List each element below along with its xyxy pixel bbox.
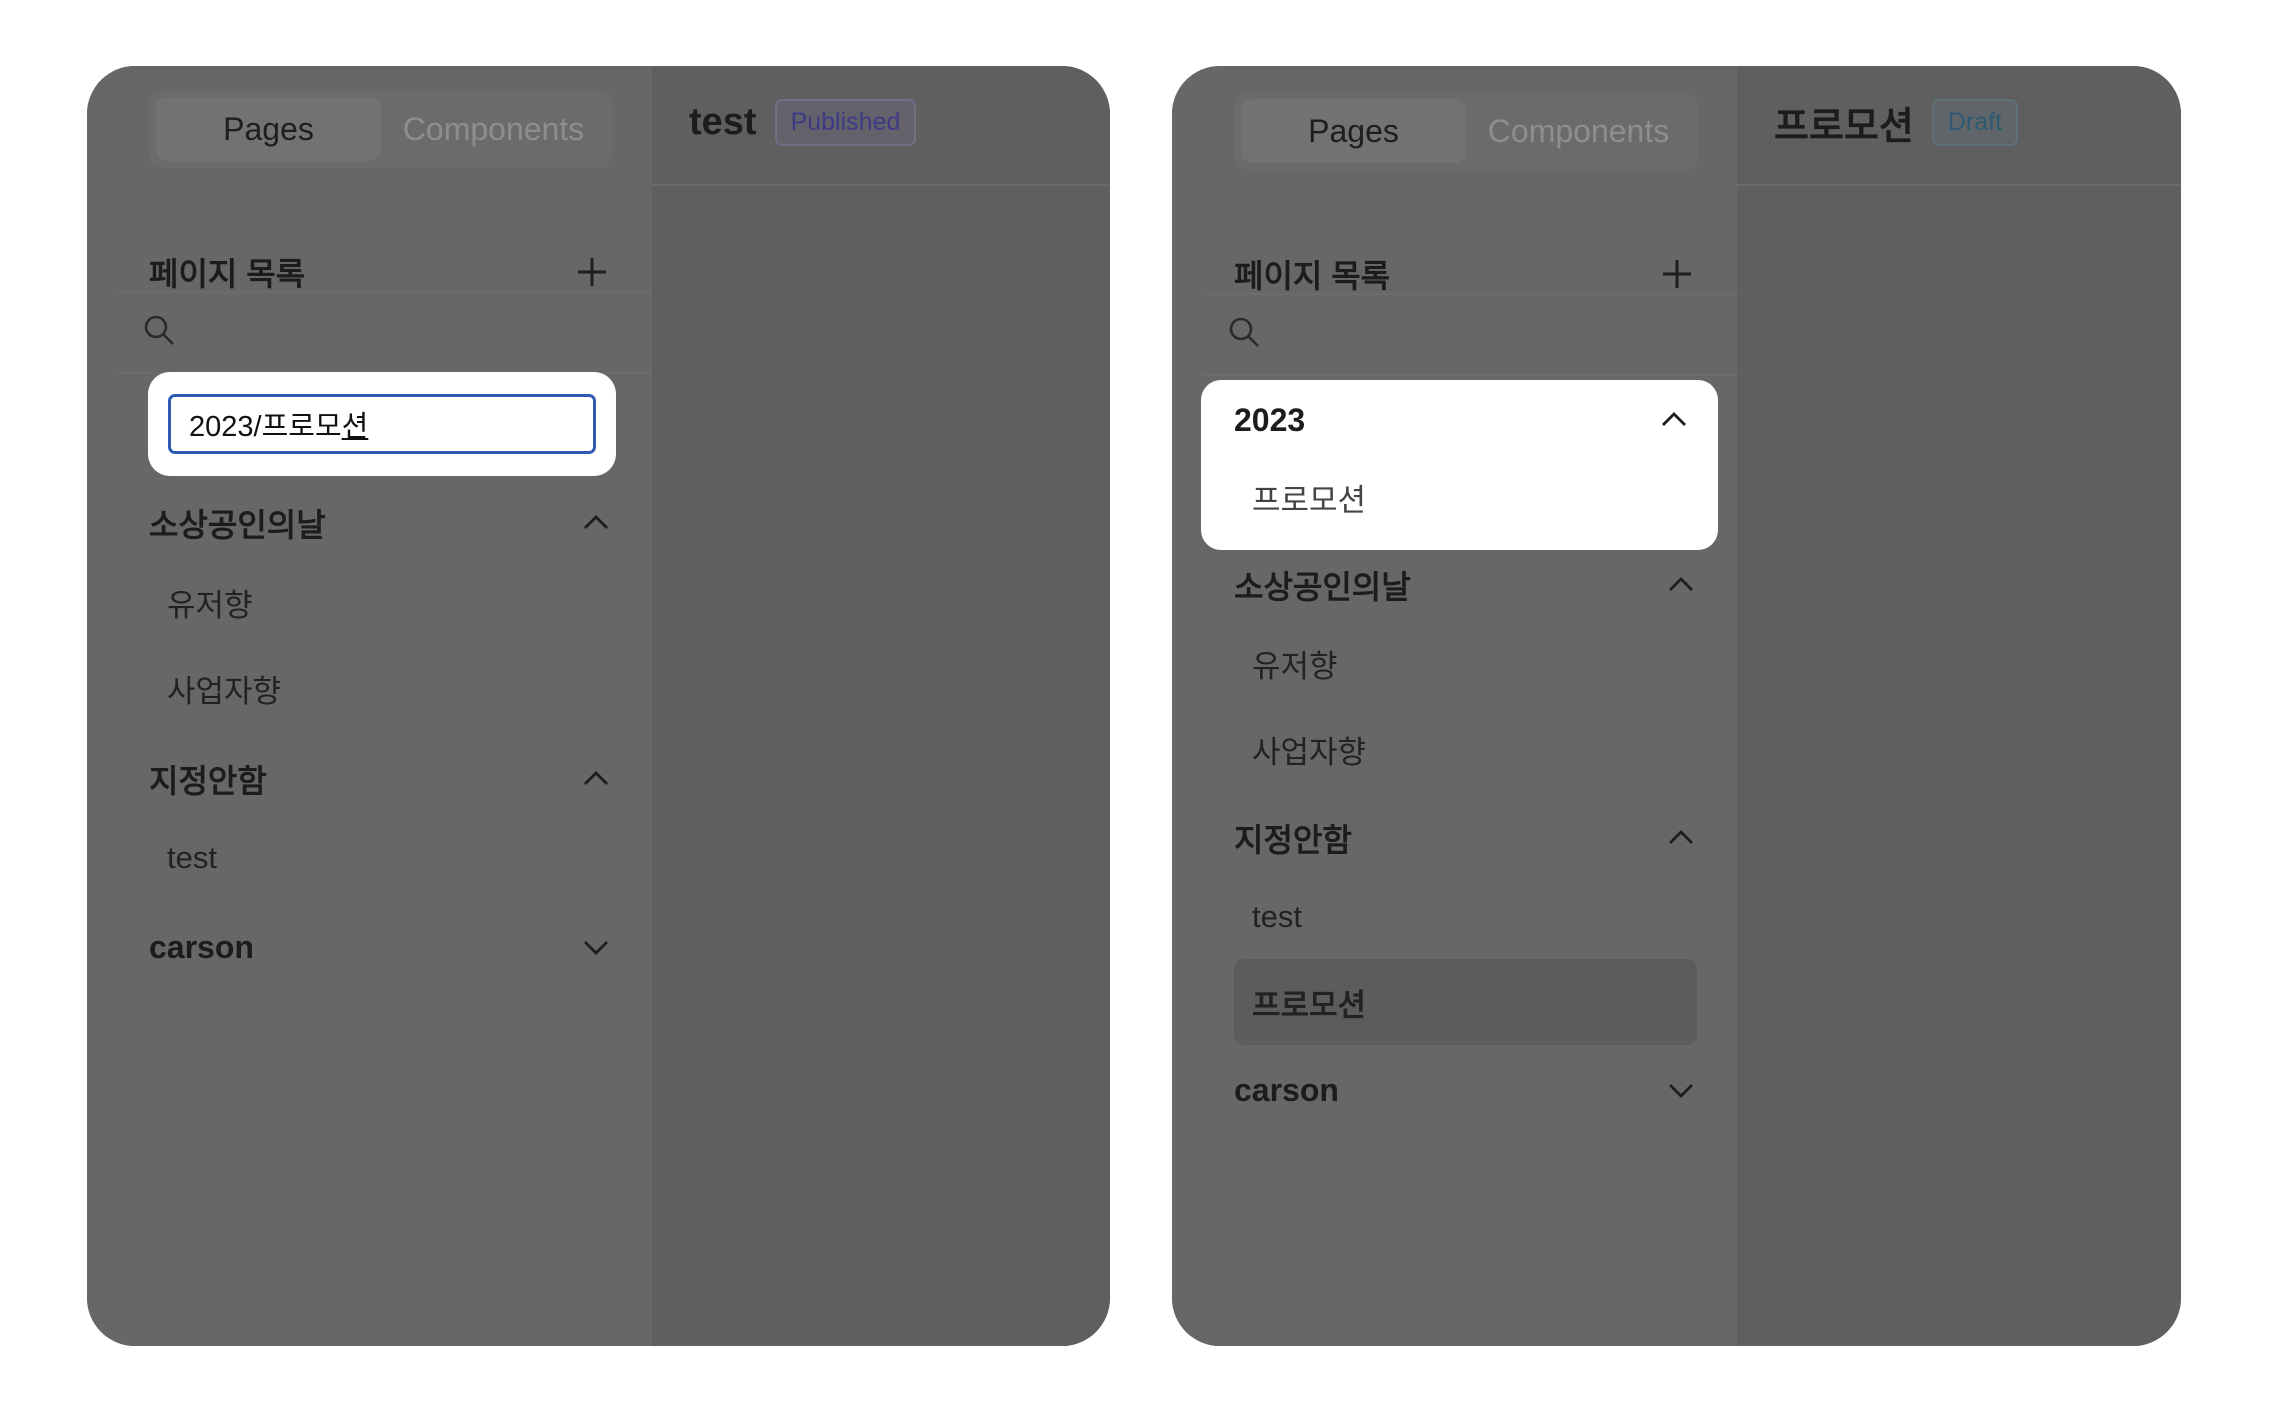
group-title: 소상공인의날 xyxy=(149,507,326,543)
group-header-sosanggong[interactable]: 소상공인의날 xyxy=(149,495,612,551)
status-badge: Draft xyxy=(1931,98,2019,146)
collapse-button[interactable] xyxy=(1665,569,1697,601)
tab-components[interactable]: Components xyxy=(1466,99,1691,163)
collapse-button[interactable] xyxy=(1658,404,1690,436)
group-header-carson[interactable]: carson xyxy=(149,919,612,975)
expand-button[interactable] xyxy=(1665,1074,1697,1106)
input-value: 2023/프로모 xyxy=(189,411,342,443)
tree-item[interactable]: 유저향 xyxy=(149,563,612,641)
tree-item-selected[interactable]: 프로모션 xyxy=(1234,959,1697,1045)
group-header-unassigned[interactable]: 지정안함 xyxy=(149,751,612,807)
collapse-button[interactable] xyxy=(1665,822,1697,854)
tree-item[interactable]: 프로모션 xyxy=(1234,466,1690,528)
collapse-button[interactable] xyxy=(580,763,612,795)
left-panel: Pages Components 페이지 목록 2023/프로모 션 소상공인의날… xyxy=(87,66,1110,1346)
chevron-up-icon xyxy=(1669,830,1693,844)
pages-components-toggle: Pages Components xyxy=(149,90,613,168)
search-icon xyxy=(1229,317,1259,347)
page-list-header: 페이지 목록 xyxy=(149,242,612,302)
page-list-header: 페이지 목록 xyxy=(1234,244,1697,304)
add-page-button[interactable] xyxy=(572,252,612,292)
status-badge: Published xyxy=(774,98,917,146)
chevron-up-icon xyxy=(584,515,608,529)
page-name-input[interactable]: 2023/프로모 션 xyxy=(168,394,596,454)
chevron-up-icon xyxy=(1662,412,1686,426)
tree-item[interactable]: 유저향 xyxy=(1234,624,1697,702)
tab-components[interactable]: Components xyxy=(381,97,606,161)
search-row[interactable] xyxy=(142,300,652,360)
divider xyxy=(1202,374,1737,376)
add-page-button[interactable] xyxy=(1657,254,1697,294)
page-content: 프로모션 Draft xyxy=(1737,66,2181,1346)
chevron-down-icon xyxy=(584,941,608,955)
new-page-popup: 2023/프로모 션 xyxy=(148,372,616,476)
tree-item[interactable]: 사업자향 xyxy=(149,649,612,727)
collapse-button[interactable] xyxy=(580,507,612,539)
plus-icon xyxy=(1663,260,1691,288)
search-icon xyxy=(144,315,174,345)
group-header-unassigned[interactable]: 지정안함 xyxy=(1234,810,1697,866)
tab-pages[interactable]: Pages xyxy=(1241,99,1466,163)
page-list-title: 페이지 목록 xyxy=(1234,258,1391,294)
group-header-carson[interactable]: carson xyxy=(1234,1062,1697,1118)
group-title: 2023 xyxy=(1234,401,1306,438)
tree-item[interactable]: test xyxy=(1234,878,1697,956)
group-header-2023[interactable]: 2023 xyxy=(1234,392,1690,448)
sidebar: Pages Components 페이지 목록 2023 프로모션 소상공인의날… xyxy=(1172,66,1737,1346)
group-title: 지정안함 xyxy=(1234,822,1352,858)
page-title: 프로모션 xyxy=(1774,105,1914,148)
group-header-sosanggong[interactable]: 소상공인의날 xyxy=(1234,557,1697,613)
page-content: test Published xyxy=(652,66,1110,1346)
chevron-down-icon xyxy=(1669,1084,1693,1098)
group-title: carson xyxy=(149,928,254,965)
divider xyxy=(117,291,652,293)
search-row[interactable] xyxy=(1227,302,1737,362)
tree-item[interactable]: test xyxy=(149,819,612,897)
chevron-up-icon xyxy=(584,771,608,785)
chevron-up-icon xyxy=(1669,577,1693,591)
plus-icon xyxy=(578,258,606,286)
right-panel: Pages Components 페이지 목록 2023 프로모션 소상공인의날… xyxy=(1172,66,2181,1346)
expand-button[interactable] xyxy=(580,931,612,963)
new-group-popup: 2023 프로모션 xyxy=(1201,380,1718,550)
page-header: 프로모션 Draft xyxy=(1737,66,2181,186)
group-title: carson xyxy=(1234,1071,1339,1108)
group-title: 지정안함 xyxy=(149,763,267,799)
page-list-title: 페이지 목록 xyxy=(149,256,306,292)
tab-pages[interactable]: Pages xyxy=(156,97,381,161)
page-header: test Published xyxy=(652,66,1110,186)
divider xyxy=(1202,293,1737,295)
input-composing-char: 션 xyxy=(341,411,369,443)
page-title: test xyxy=(689,100,757,143)
sidebar: Pages Components 페이지 목록 2023/프로모 션 소상공인의날… xyxy=(87,66,652,1346)
pages-components-toggle: Pages Components xyxy=(1234,92,1698,170)
tree-item[interactable]: 사업자향 xyxy=(1234,710,1697,788)
group-title: 소상공인의날 xyxy=(1234,569,1411,605)
